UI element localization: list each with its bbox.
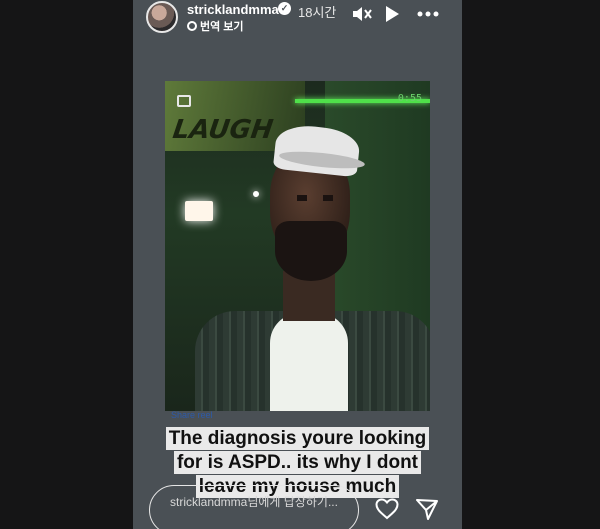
- globe-icon: [187, 21, 197, 31]
- story-video[interactable]: LAUGH 0:55: [165, 81, 430, 411]
- person-beard: [275, 221, 347, 281]
- story-viewer[interactable]: stricklandmma ✓ 18시간 번역 보기 LAUGH 0:55 Sh…: [133, 0, 462, 529]
- video-timer: 0:55: [397, 93, 422, 104]
- avatar[interactable]: [146, 1, 178, 33]
- video-overlay-icon: [177, 95, 191, 107]
- caption-line-1: The diagnosis youre looking: [165, 427, 430, 450]
- more-dots-icon[interactable]: [416, 4, 440, 24]
- video-sparkle: [253, 191, 259, 197]
- page: stricklandmma ✓ 18시간 번역 보기 LAUGH 0:55 Sh…: [0, 0, 600, 529]
- caption-line-2: for is ASPD.. its why I dont: [173, 451, 422, 474]
- video-share-link[interactable]: Share reel: [171, 410, 213, 420]
- send-icon[interactable]: [415, 497, 439, 521]
- person-tshirt: [270, 313, 348, 411]
- translate-label: 번역 보기: [200, 21, 244, 33]
- translate-link[interactable]: 번역 보기: [187, 18, 244, 34]
- play-icon[interactable]: [383, 4, 401, 24]
- username[interactable]: stricklandmma: [187, 2, 279, 17]
- story-header: stricklandmma ✓ 18시간 번역 보기: [133, 0, 462, 40]
- verified-badge-icon: ✓: [278, 2, 291, 15]
- heart-icon[interactable]: [375, 498, 399, 520]
- video-sign-text: LAUGH: [170, 115, 275, 145]
- reply-input[interactable]: stricklandmma님에게 답장하기...: [149, 485, 359, 529]
- story-time: 18시간: [298, 5, 337, 20]
- speaker-muted-icon[interactable]: [351, 4, 373, 24]
- person-eyes: [293, 195, 337, 201]
- video-light: [185, 201, 213, 221]
